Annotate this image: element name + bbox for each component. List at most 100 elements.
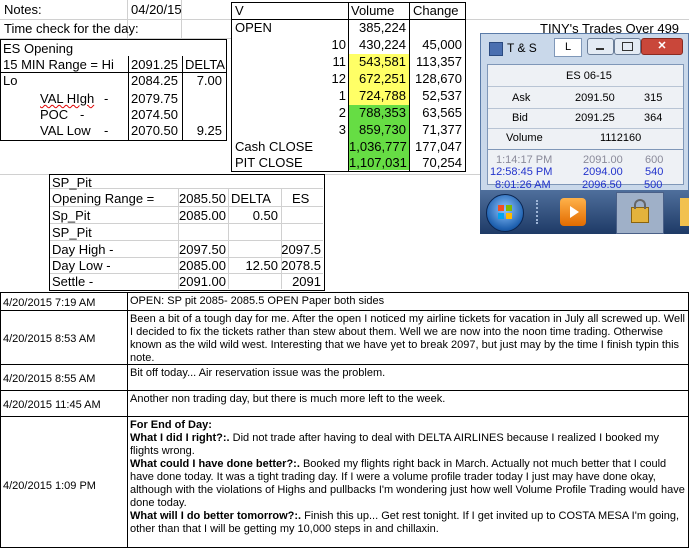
ts-bid-size: 364 bbox=[644, 112, 663, 124]
hour-11-volume: 543,581 bbox=[359, 54, 406, 69]
media-player-icon[interactable] bbox=[560, 198, 586, 226]
cash-close-volume: 1,036,777 bbox=[349, 139, 407, 154]
log-entry-3: Bit off today... Air reservation issue w… bbox=[130, 367, 386, 379]
settle-label: Settle - bbox=[52, 274, 94, 289]
ts-app-icon bbox=[489, 42, 503, 56]
ts-trade-price: 2091.00 bbox=[583, 154, 623, 166]
time-check-label: Time check for the day: bbox=[4, 21, 139, 36]
ts-volume-label: Volume bbox=[506, 132, 543, 144]
sp-pit-title-2: SP_Pit bbox=[52, 225, 92, 240]
val-high-dash: - bbox=[104, 91, 109, 106]
sp-es-label: ES bbox=[292, 191, 310, 206]
poc-value: 2074.50 bbox=[131, 107, 178, 122]
cash-close-label: Cash CLOSE bbox=[235, 139, 314, 154]
taskbar-gripper-icon bbox=[536, 200, 542, 224]
log-time-4: 4/20/2015 11:45 AM bbox=[3, 399, 101, 411]
ts-ask-price: 2091.50 bbox=[575, 92, 615, 104]
hour-12-volume: 672,251 bbox=[359, 71, 406, 86]
eod-q1: What I did I right?:. bbox=[130, 432, 230, 444]
vol-header-v: V bbox=[235, 3, 244, 18]
ts-trade-size: 540 bbox=[645, 166, 664, 178]
day-low-value: 2085.00 bbox=[179, 258, 226, 273]
poc-dash: - bbox=[80, 107, 85, 122]
log-time-2: 4/20/2015 8:53 AM bbox=[3, 333, 96, 345]
pit-close-label: PIT CLOSE bbox=[235, 155, 303, 170]
val-low-label: VAL Low bbox=[40, 123, 91, 138]
hour-1-change: 52,537 bbox=[422, 88, 462, 103]
ts-trade-size: 600 bbox=[645, 154, 664, 166]
open-volume: 385,224 bbox=[359, 20, 406, 35]
taskbar bbox=[480, 190, 689, 234]
vol-header-volume: Volume bbox=[351, 3, 395, 18]
range-label: 15 MIN Range = Hi bbox=[3, 57, 114, 72]
ts-bid-label: Bid bbox=[512, 112, 528, 124]
ts-trade-row: 12:58:45 PM bbox=[490, 166, 553, 178]
ts-maximize-button[interactable] bbox=[614, 38, 641, 55]
day-low-es: 2078.5 bbox=[281, 258, 321, 273]
eod-q2: What could I have done better?:. bbox=[130, 458, 300, 470]
hour-11-change: 113,357 bbox=[415, 54, 462, 69]
vol-header-change: Change bbox=[413, 3, 459, 18]
ts-bid-price: 2091.25 bbox=[575, 112, 615, 124]
start-button[interactable] bbox=[486, 194, 524, 232]
log-entry-2: Been a bit of a tough day for me. After … bbox=[130, 313, 685, 364]
ts-trade-row: 1:14:17 PM bbox=[496, 154, 553, 166]
security-lock-icon[interactable] bbox=[616, 192, 664, 234]
cash-close-change: 177,047 bbox=[415, 139, 462, 154]
es-opening-title: ES Opening bbox=[3, 41, 74, 56]
val-low-dash: - bbox=[104, 123, 109, 138]
day-low-label: Day Low - bbox=[52, 258, 111, 273]
hour-11-label: 11 bbox=[332, 54, 347, 69]
sp-pit-title: SP_Pit bbox=[52, 175, 92, 190]
hour-1-label: 1 bbox=[338, 88, 346, 103]
ts-tab-l[interactable]: L bbox=[554, 38, 582, 57]
day-high-value: 2097.50 bbox=[179, 242, 226, 257]
ts-volume-value: 1112160 bbox=[600, 132, 642, 144]
log-time-1: 4/20/2015 7:19 AM bbox=[3, 297, 96, 309]
hour-10-label: 10 bbox=[331, 37, 346, 52]
hour-1-volume: 724,788 bbox=[359, 88, 406, 103]
ts-minimize-button[interactable] bbox=[587, 38, 614, 55]
val-low-extra: 9.25 bbox=[196, 123, 222, 138]
delta-value: 7.00 bbox=[196, 73, 222, 88]
folder-icon[interactable] bbox=[680, 198, 689, 226]
ts-trade-price: 2094.00 bbox=[583, 166, 623, 178]
hour-10-change: 45,000 bbox=[422, 37, 462, 52]
delta-label: DELTA bbox=[185, 57, 225, 72]
val-low-value: 2070.50 bbox=[131, 123, 178, 138]
hour-2-label: 2 bbox=[338, 105, 346, 120]
eod-q3: What will I do better tomorrow?:. bbox=[130, 510, 302, 522]
day-low-delta: 12.50 bbox=[245, 258, 278, 273]
log-entry-5: For End of Day: What I did I right?:. Di… bbox=[130, 419, 685, 536]
range-hi: 2091.25 bbox=[131, 57, 178, 72]
ts-quote-panel: ES 06-15 Ask 2091.50 315 Bid 2091.25 364… bbox=[487, 64, 684, 185]
val-high-value: 2079.75 bbox=[131, 91, 178, 106]
log-time-3: 4/20/2015 8:55 AM bbox=[3, 373, 96, 385]
hour-3-label: 3 bbox=[338, 122, 346, 137]
lo-label: Lo bbox=[3, 73, 18, 88]
sp-pit-row-delta: 0.50 bbox=[252, 208, 278, 223]
hour-12-label: 12 bbox=[331, 71, 346, 86]
open-label: OPEN bbox=[235, 20, 272, 35]
day-high-label: Day High - bbox=[52, 242, 114, 257]
hour-2-change: 63,565 bbox=[422, 105, 462, 120]
ts-symbol: ES 06-15 bbox=[566, 70, 612, 82]
hour-10-volume: 430,224 bbox=[359, 37, 406, 52]
log-entry-4: Another non trading day, but there is mu… bbox=[130, 393, 446, 405]
log-time-5: 4/20/2015 1:09 PM bbox=[3, 480, 96, 492]
sp-delta-label: DELTA bbox=[231, 191, 271, 206]
ts-close-button[interactable]: ✕ bbox=[641, 38, 683, 55]
sp-pit-row-label: Sp_Pit bbox=[52, 208, 91, 223]
notes-date: 04/20/15 bbox=[131, 2, 182, 17]
settle-value: 2091.00 bbox=[179, 274, 226, 289]
day-high-es: 2097.5 bbox=[281, 242, 321, 257]
hour-3-volume: 859,730 bbox=[359, 122, 406, 137]
ts-ask-size: 315 bbox=[644, 92, 663, 104]
hour-12-change: 128,670 bbox=[415, 71, 462, 86]
eod-title: For End of Day: bbox=[130, 419, 212, 431]
ts-ask-label: Ask bbox=[512, 92, 531, 104]
log-entry-1: OPEN: SP pit 2085- 2085.5 OPEN Paper bot… bbox=[130, 295, 385, 307]
poc-label: POC bbox=[40, 107, 69, 122]
ts-window-title: T & S bbox=[507, 41, 537, 55]
pit-close-volume: 1,107,031 bbox=[349, 155, 407, 170]
